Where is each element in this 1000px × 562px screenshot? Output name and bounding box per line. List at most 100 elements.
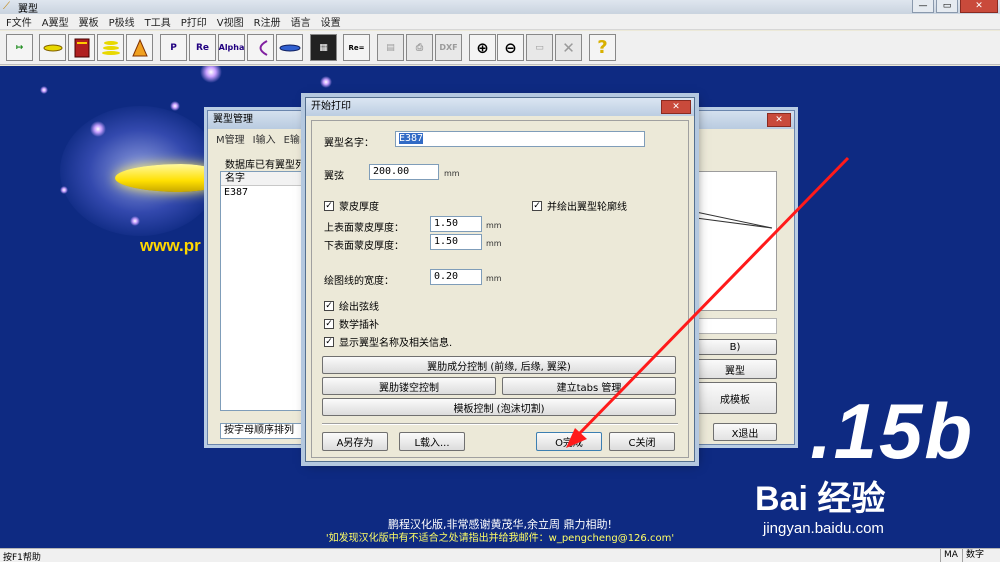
watermark-brand: Bai 经验	[755, 480, 886, 518]
skin-thickness-checkbox[interactable]: ✓ 蒙皮厚度	[324, 198, 379, 213]
db-list-title: 数据库已有翼型列表	[225, 160, 315, 171]
show-name-checkbox[interactable]: ✓ 显示翼型名称及相关信息.	[324, 334, 452, 349]
chord-line-checkbox[interactable]: ✓ 绘出弦线	[324, 298, 379, 313]
window-controls: — ▭ ✕	[910, 0, 998, 13]
clear-icon: ✕	[555, 34, 582, 61]
tabs-button[interactable]: 建立tabs 管理	[502, 377, 676, 395]
upper-skin-input[interactable]: 1.50	[430, 216, 482, 232]
credit-line-2: '如发现汉化版中有不适合之处请指出并给我邮件：w_pengcheng@126.c…	[325, 533, 675, 544]
manager-side-button-2[interactable]: 翼型	[693, 359, 777, 379]
menu-polar[interactable]: P极线	[109, 14, 135, 29]
outline-label: 并绘出翼型轮廓线	[547, 202, 627, 213]
statusbar: 按F1帮助 MA 数字	[0, 548, 1000, 562]
menu-settings[interactable]: 设置	[321, 14, 341, 29]
help-icon[interactable]: ?	[589, 34, 616, 61]
rib-components-button[interactable]: 翼肋成分控制 (前缘, 后缘, 翼梁)	[322, 356, 676, 374]
sort-select[interactable]: 按字母顺序排列	[220, 423, 310, 439]
zoom-out-icon[interactable]: ⊖	[497, 34, 524, 61]
manager-close-icon[interactable]: ✕	[767, 113, 791, 127]
show-name-label: 显示翼型名称及相关信息.	[339, 338, 453, 349]
alpha-icon[interactable]: Alpha	[218, 34, 245, 61]
checkmark-icon: ✓	[324, 336, 334, 347]
chord-label: 翼弦	[324, 171, 344, 182]
airfoil-list[interactable]: 名字 E387	[220, 171, 310, 411]
menu-wing-panel[interactable]: 翼板	[79, 14, 99, 29]
zoom-in-icon[interactable]: ⊕	[469, 34, 496, 61]
interpolation-checkbox[interactable]: ✓ 数学插补	[324, 316, 379, 331]
save-as-button[interactable]: A另存为	[322, 432, 388, 451]
website-text: www.pr	[140, 236, 201, 255]
re-icon[interactable]: Re	[189, 34, 216, 61]
template-button[interactable]: 模板控制 (泡沫切割)	[322, 398, 676, 416]
maximize-button[interactable]: ▭	[936, 0, 958, 13]
interpolation-label: 数学插补	[339, 320, 379, 331]
lower-skin-label: 下表面蒙皮厚度：	[324, 241, 404, 252]
airfoil-list-header: 名字	[221, 172, 309, 186]
manager-side-button-3[interactable]: 成模板	[693, 382, 777, 414]
sparkle	[90, 121, 106, 137]
print-preview-icon: ▤	[377, 34, 404, 61]
airfoil-name-value: E387	[399, 133, 424, 144]
airfoil-name-label: 翼型名字：	[324, 138, 374, 149]
menu-register[interactable]: R注册	[254, 14, 281, 29]
manager-menu-input[interactable]: I输入	[253, 131, 276, 146]
display-icon[interactable]: ▦	[310, 34, 337, 61]
minimize-button[interactable]: —	[912, 0, 934, 13]
lower-skin-unit: mm	[486, 239, 502, 248]
skin-thickness-label: 蒙皮厚度	[339, 202, 379, 213]
print-dialog-close-icon[interactable]: ✕	[661, 100, 691, 114]
checkmark-icon: ✓	[324, 318, 334, 329]
load-button[interactable]: L载入...	[399, 432, 465, 451]
p-icon[interactable]: P	[160, 34, 187, 61]
checkmark-icon: ✓	[324, 200, 334, 211]
lower-skin-input[interactable]: 1.50	[430, 234, 482, 250]
status-help: 按F1帮助	[3, 553, 41, 562]
airfoil-name-input[interactable]: E387	[395, 131, 645, 147]
list-item[interactable]: E387	[221, 186, 309, 199]
exit-icon[interactable]: ↦	[6, 34, 33, 61]
menu-tools[interactable]: T工具	[145, 14, 171, 29]
calculator-icon[interactable]: Re=	[343, 34, 370, 61]
menu-file[interactable]: F文件	[6, 14, 32, 29]
manager-field[interactable]	[693, 318, 777, 334]
menu-airfoil[interactable]: A翼型	[42, 14, 69, 29]
menu-view[interactable]: V视图	[217, 14, 244, 29]
sparkle	[40, 86, 48, 94]
chord-unit: mm	[444, 169, 460, 178]
outline-checkbox[interactable]: ✓ 并绘出翼型轮廓线	[532, 198, 627, 213]
toolbar: ↦ P Re Alpha ▦ Re= ▤ ⎙ DXF ⊕ ⊖ ▭ ✕ ?	[0, 31, 1000, 65]
checkmark-icon: ✓	[532, 200, 542, 211]
status-num: 数字	[962, 549, 987, 562]
database-icon[interactable]	[68, 34, 95, 61]
wing-icon[interactable]	[276, 34, 303, 61]
stack-icon[interactable]	[97, 34, 124, 61]
manager-side-button-1[interactable]: B)	[693, 339, 777, 355]
fit-icon: ▭	[526, 34, 553, 61]
window-titlebar: ⟋ 翼型 — ▭ ✕	[0, 0, 1000, 15]
manager-exit-button[interactable]: X退出	[713, 423, 777, 441]
rib-lightening-button[interactable]: 翼肋镂空控制	[322, 377, 496, 395]
checkmark-icon: ✓	[324, 300, 334, 311]
curve-icon[interactable]	[247, 34, 274, 61]
manager-menu-manage[interactable]: M管理	[216, 131, 245, 146]
manager-menu: M管理 I输入 E输出	[208, 131, 310, 146]
close-button[interactable]: C关闭	[609, 432, 675, 451]
chord-input[interactable]: 200.00	[369, 164, 439, 180]
polar-icon[interactable]	[126, 34, 153, 61]
menubar: F文件 A翼型 翼板 P极线 T工具 P打印 V视图 R注册 语言 设置	[0, 14, 1000, 30]
divider	[322, 423, 678, 425]
print-dialog-body: 翼型名字： E387 翼弦 200.00 mm ✓ 蒙皮厚度 ✓ 并绘出翼型轮廓线 …	[311, 120, 689, 458]
airfoil-icon[interactable]	[39, 34, 66, 61]
dxf-icon: DXF	[435, 34, 462, 61]
sparkle	[320, 76, 332, 88]
menu-language[interactable]: 语言	[291, 14, 311, 29]
done-button[interactable]: O完成	[536, 432, 602, 451]
line-width-unit: mm	[486, 274, 502, 283]
close-window-button[interactable]: ✕	[960, 0, 998, 13]
line-width-input[interactable]: 0.20	[430, 269, 482, 285]
menu-print[interactable]: P打印	[181, 14, 207, 29]
app-icon: ⟋	[3, 1, 10, 12]
upper-skin-label: 上表面蒙皮厚度：	[324, 223, 404, 234]
status-ma: MA	[940, 549, 961, 562]
upper-skin-unit: mm	[486, 221, 502, 230]
